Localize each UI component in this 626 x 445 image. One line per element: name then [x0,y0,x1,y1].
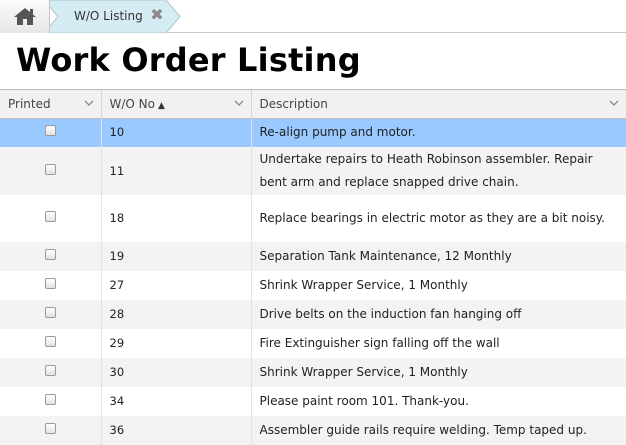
chevron-down-icon[interactable] [84,98,94,108]
chevron-down-icon[interactable] [234,98,244,108]
table-row[interactable]: 30 Shrink Wrapper Service, 1 Monthly [0,358,626,387]
printed-cell [0,387,102,416]
tab-wo-listing[interactable]: W/O Listing ✖ [44,0,182,33]
description-cell: Replace bearings in electric motor as th… [251,195,626,242]
table-row[interactable]: 27 Shrink Wrapper Service, 1 Monthly [0,271,626,300]
column-label: Description [259,96,328,111]
wo-no-cell: 29 [101,329,252,358]
table-row[interactable]: 29 Fire Extinguisher sign falling off th… [0,329,626,358]
column-header-wo-no[interactable]: W/O No ▲ [101,90,252,119]
printed-cell [0,118,102,147]
printed-checkbox[interactable] [44,307,56,318]
printed-cell [0,300,102,329]
printed-checkbox[interactable] [44,211,56,222]
printed-cell [0,195,102,242]
wo-no-cell: 36 [101,416,252,445]
wo-no-cell: 19 [101,242,252,271]
printed-checkbox[interactable] [44,336,56,347]
printed-checkbox[interactable] [44,423,56,434]
column-label: W/O No [109,96,156,111]
description-cell: Undertake repairs to Heath Robinson asse… [251,147,626,195]
description-cell: Shrink Wrapper Service, 1 Monthly [251,358,626,387]
description-cell: Fire Extinguisher sign falling off the w… [251,329,626,358]
column-header-printed[interactable]: Printed [0,90,102,119]
work-order-grid: Printed W/O No ▲ Description 10 Re-align … [0,89,626,445]
printed-checkbox[interactable] [44,394,56,405]
wo-no-cell: 30 [101,358,252,387]
table-row[interactable]: 10 Re-align pump and motor. [0,118,626,147]
description-cell: Separation Tank Maintenance, 12 Monthly [251,242,626,271]
description-cell: Drive belts on the induction fan hanging… [251,300,626,329]
column-header-description[interactable]: Description [251,90,626,119]
printed-cell [0,242,102,271]
wo-no-cell: 18 [101,195,252,242]
printed-cell [0,416,102,445]
table-row[interactable]: 18 Replace bearings in electric motor as… [0,195,626,242]
printed-checkbox[interactable] [44,163,56,175]
printed-checkbox[interactable] [44,365,56,376]
description-cell: Please paint room 101. Thank-you. [251,387,626,416]
printed-checkbox[interactable] [44,278,56,289]
table-row[interactable]: 19 Separation Tank Maintenance, 12 Month… [0,242,626,271]
wo-no-cell: 27 [101,271,252,300]
table-row[interactable]: 34 Please paint room 101. Thank-you. [0,387,626,416]
description-cell: Shrink Wrapper Service, 1 Monthly [251,271,626,300]
printed-cell [0,358,102,387]
table-row[interactable]: 11 Undertake repairs to Heath Robinson a… [0,147,626,195]
table-row[interactable]: 36 Assembler guide rails require welding… [0,416,626,445]
header-row: Printed W/O No ▲ Description [0,90,626,119]
breadcrumb-tab-strip: W/O Listing ✖ [0,0,626,33]
printed-checkbox[interactable] [44,125,56,137]
printed-cell [0,329,102,358]
column-label: Printed [8,96,51,111]
page-title: Work Order Listing [16,41,361,79]
printed-checkbox[interactable] [44,249,56,260]
wo-no-cell: 10 [101,118,252,147]
wo-no-cell: 28 [101,300,252,329]
work-order-table: Printed W/O No ▲ Description 10 Re-align … [0,90,626,445]
close-icon[interactable]: ✖ [149,6,165,24]
home-icon [14,8,36,25]
wo-no-cell: 34 [101,387,252,416]
printed-cell [0,271,102,300]
printed-cell [0,147,102,195]
home-button[interactable] [0,0,50,33]
table-row[interactable]: 28 Drive belts on the induction fan hang… [0,300,626,329]
tab-label: W/O Listing [74,9,143,23]
wo-no-cell: 11 [101,147,252,195]
description-cell: Assembler guide rails require welding. T… [251,416,626,445]
sort-ascending-icon: ▲ [158,100,165,111]
chevron-down-icon[interactable] [609,98,619,108]
description-cell: Re-align pump and motor. [251,118,626,147]
